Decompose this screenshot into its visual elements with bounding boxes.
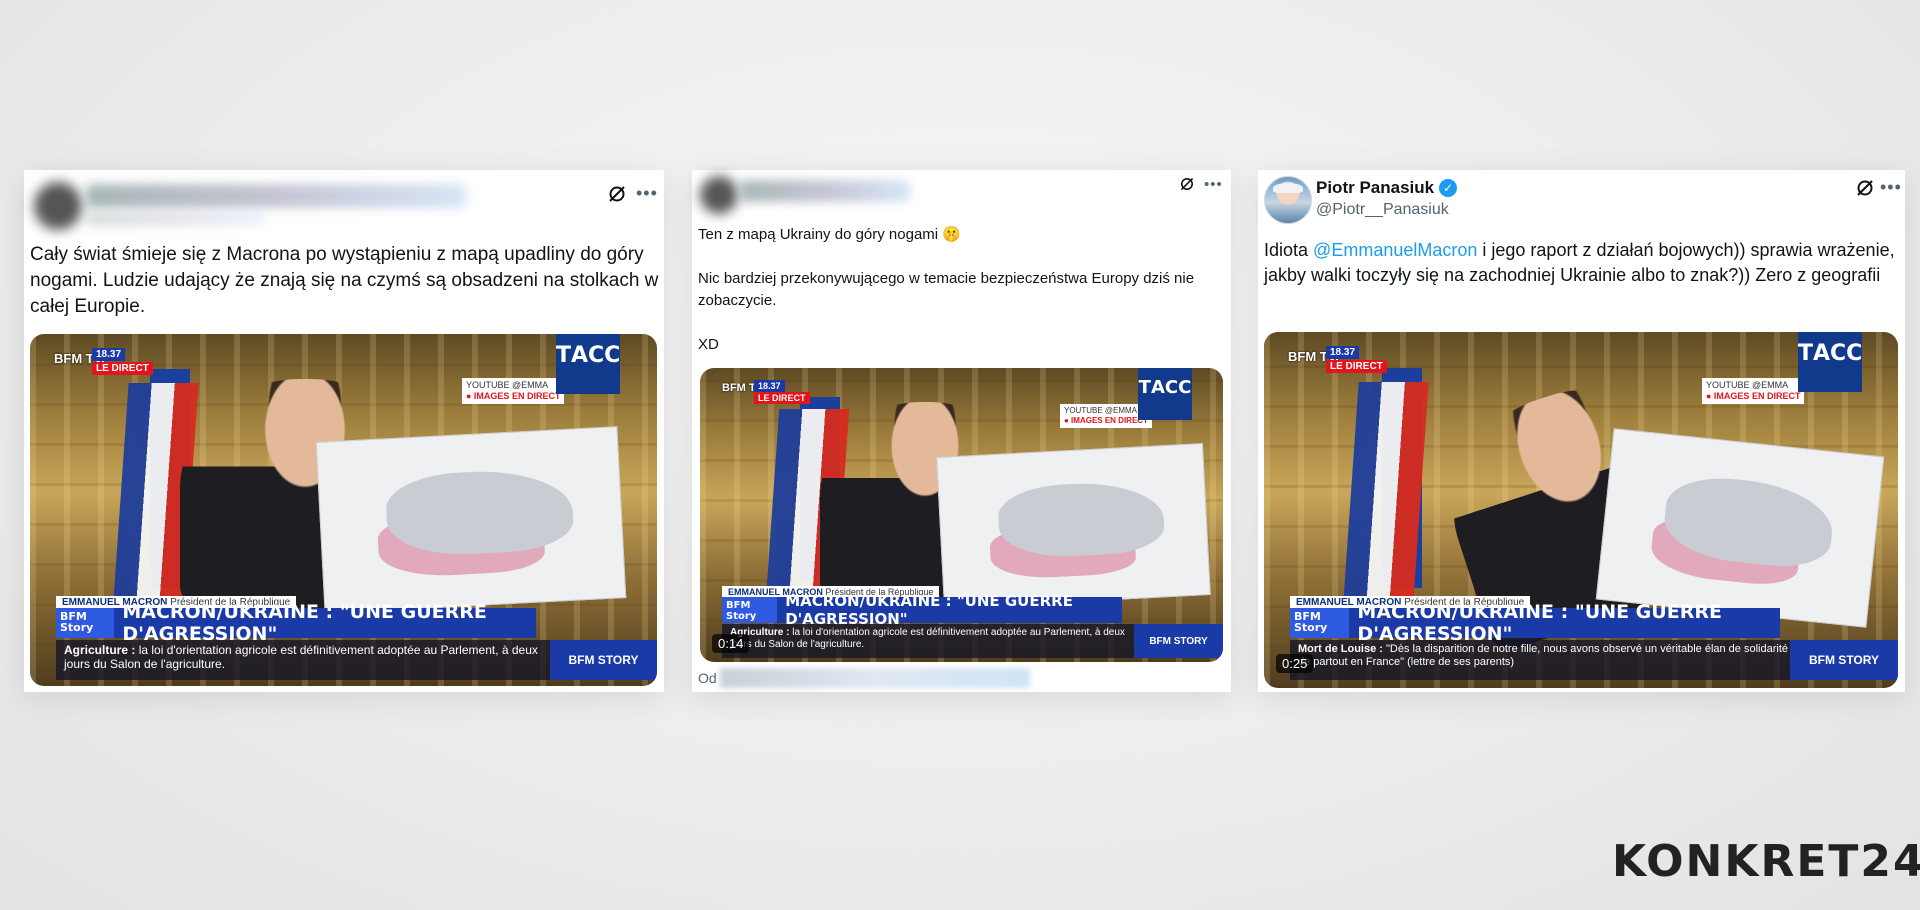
- agency-logo: ТАСС: [1138, 368, 1192, 420]
- author-name-redacted: [740, 180, 910, 202]
- news-ticker: Agriculture : la loi d'orientation agric…: [56, 640, 552, 680]
- author-name[interactable]: Piotr Panasiuk: [1316, 178, 1434, 198]
- story-label: BFM STORY: [1134, 624, 1223, 658]
- clock-badge: 18.37: [92, 348, 126, 361]
- show-tag: BFM Story: [1290, 608, 1350, 638]
- headline-text: MACRON/UKRAINE : "UNE GUERRE D'AGRESSION…: [1357, 601, 1722, 645]
- grok-icon[interactable]: [1179, 176, 1195, 192]
- headline-bar: BFM Story MACRON/UKRAINE : "UNE GUERRE D…: [1290, 601, 1780, 645]
- grok-icon[interactable]: [607, 184, 627, 204]
- headline-text: MACRON/UKRAINE : "UNE GUERRE D'AGRESSION…: [785, 592, 1073, 628]
- author-handle-redacted: [86, 212, 266, 226]
- headline-bar: BFM Story MACRON/UKRAINE : "UNE GUERRE D…: [722, 592, 1122, 628]
- more-options-icon[interactable]: •••: [1880, 178, 1902, 196]
- more-options-icon[interactable]: •••: [1204, 177, 1223, 192]
- video-duration: 0:14: [712, 634, 750, 653]
- tweet-text-line-2: Nic bardziej przekonywującego w temacie …: [698, 270, 1195, 309]
- tweet-card-2: ••• Ten z mapą Ukrainy do góry nogami 🤫 …: [692, 170, 1231, 692]
- tweet-text-line-3: XD: [698, 336, 719, 353]
- agency-logo: ТАСС: [1798, 332, 1862, 392]
- story-label: BFM STORY: [550, 640, 657, 680]
- map-sheet: [1595, 428, 1885, 628]
- youtube-label: YOUTUBE @EMMA ● IMAGES EN DIRECT: [462, 378, 565, 404]
- headline-bar: BFM Story MACRON/UKRAINE : "UNE GUERRE D…: [56, 601, 536, 645]
- show-tag: BFM Story: [722, 597, 778, 623]
- news-ticker: Mort de Louise : "Dès la disparition de …: [1290, 640, 1796, 680]
- clock-badge: 18.37: [1326, 346, 1360, 359]
- live-badge: LE DIRECT: [1326, 360, 1387, 373]
- map-sheet: [315, 426, 627, 614]
- story-label: BFM STORY: [1790, 640, 1898, 680]
- grok-icon[interactable]: [1855, 178, 1875, 198]
- author-avatar[interactable]: [34, 182, 82, 230]
- youtube-label: YOUTUBE @EMMA ● IMAGES EN DIRECT: [1702, 378, 1805, 404]
- source-prefix: Od: [698, 670, 717, 686]
- video-thumbnail[interactable]: BFM TV. 18.37 LE DIRECT YOUTUBE @EMMA ● I…: [1264, 332, 1898, 688]
- news-ticker: Agriculture : la loi d'orientation agric…: [722, 624, 1138, 658]
- konkret24-logo: KONKRET24: [1612, 836, 1920, 887]
- live-badge: LE DIRECT: [754, 392, 810, 404]
- tweet-text: Idiota @EmmanuelMacron i jego raport z d…: [1264, 240, 1895, 285]
- show-tag: BFM Story: [56, 608, 115, 638]
- mention-link[interactable]: @EmmanuelMacron: [1313, 240, 1477, 260]
- agency-logo: ТАСС: [556, 334, 620, 394]
- headline-text: MACRON/UKRAINE : "UNE GUERRE D'AGRESSION…: [122, 601, 487, 645]
- author-name-redacted: [86, 184, 466, 208]
- source-redacted[interactable]: [720, 668, 1030, 688]
- clock-badge: 18.37: [754, 380, 785, 392]
- live-badge: LE DIRECT: [92, 362, 153, 375]
- tweet-text-line-1: Ten z mapą Ukrainy do góry nogami 🤫: [698, 226, 961, 243]
- map-sheet: [936, 443, 1211, 609]
- tweet-text: Ten z mapą Ukrainy do góry nogami 🤫 Nic …: [698, 224, 1218, 356]
- author-avatar[interactable]: [1264, 176, 1312, 224]
- video-thumbnail[interactable]: BFM TV. 18.37 LE DIRECT YOUTUBE @EMMA ● I…: [30, 334, 657, 686]
- tweet-text: Cały świat śmieje się z Macrona po wystą…: [30, 244, 659, 317]
- video-thumbnail[interactable]: BFM TV. 18.37 LE DIRECT YOUTUBE @EMMA ● I…: [700, 368, 1223, 662]
- video-duration: 0:25: [1276, 654, 1314, 673]
- tweet-card-1: ••• Cały świat śmieje się z Macrona po w…: [24, 170, 664, 692]
- tweet-card-3: Piotr Panasiuk ✓ @Piotr__Panasiuk ••• Id…: [1258, 170, 1905, 692]
- more-options-icon[interactable]: •••: [636, 184, 658, 202]
- author-handle[interactable]: @Piotr__Panasiuk: [1316, 201, 1449, 219]
- author-avatar[interactable]: [700, 176, 738, 214]
- verified-badge-icon: ✓: [1439, 179, 1457, 197]
